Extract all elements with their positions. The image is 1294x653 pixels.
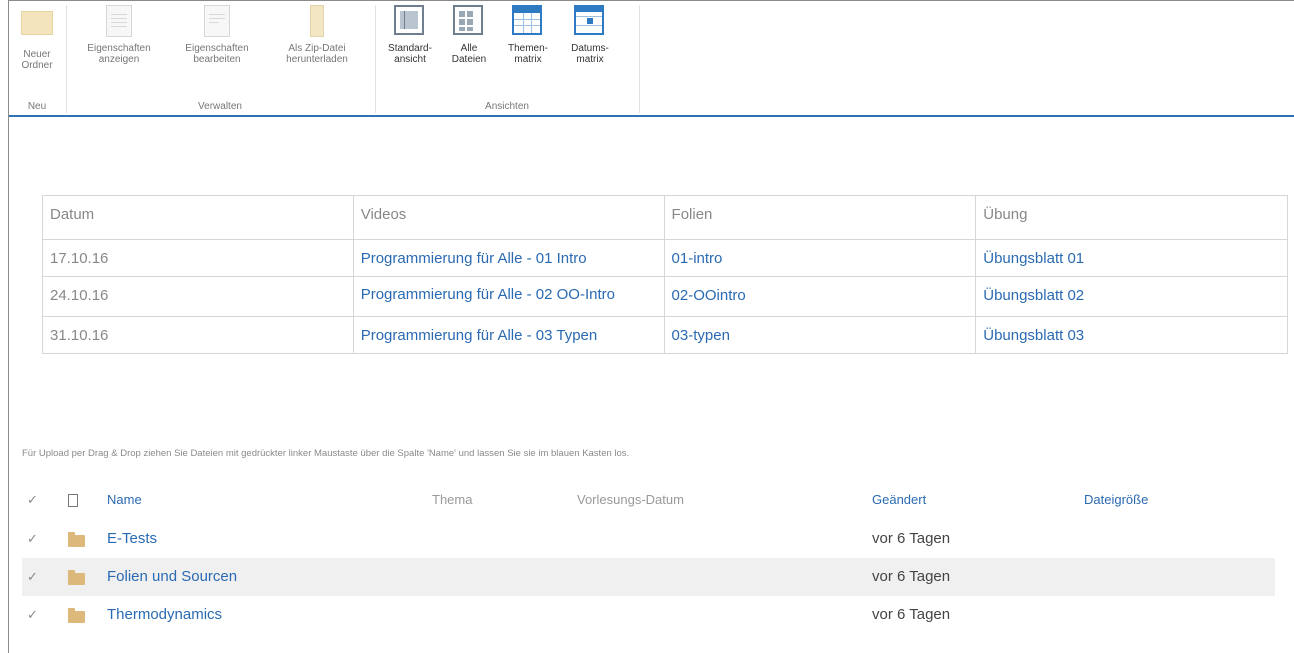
row-checkbox[interactable]: ✓ — [27, 558, 43, 596]
slides-link[interactable]: 01-intro — [672, 250, 723, 267]
slides-link[interactable]: 02-OOintro — [672, 287, 746, 304]
new-folder-button[interactable]: Neuer Ordner — [9, 5, 65, 71]
date-cell: 17.10.16 — [42, 239, 354, 277]
column-header-thema[interactable]: Thema — [432, 482, 472, 518]
exercise-link[interactable]: Übungsblatt 02 — [983, 287, 1084, 304]
slides-cell: 02-OOintro — [663, 276, 977, 317]
folder-icon — [21, 11, 53, 43]
date-matrix-icon — [574, 5, 606, 37]
video-link[interactable]: Programmierung für Alle - 01 Intro — [361, 250, 587, 267]
video-cell: Programmierung für Alle - 01 Intro — [352, 239, 665, 277]
slides-cell: 01-intro — [663, 239, 977, 277]
exercise-link[interactable]: Übungsblatt 01 — [983, 250, 1084, 267]
slides-cell: 03-typen — [663, 316, 977, 354]
modified-cell: vor 6 Tagen — [872, 568, 951, 585]
column-header-file-size[interactable]: Dateigröße — [1084, 482, 1148, 518]
slides-link[interactable]: 03-typen — [672, 327, 730, 344]
group-separator — [639, 5, 640, 113]
ribbon-group-verwalten: Eigenschaften anzeigen Eigenschaften bearb… — [67, 1, 373, 115]
video-link[interactable]: Programmierung für Alle - 03 Typen — [361, 327, 598, 344]
new-folder-label-1: Neuer — [23, 49, 51, 60]
date-cell: 31.10.16 — [42, 316, 354, 354]
group-label-ansichten: Ansichten — [485, 101, 529, 112]
view-properties-button: Eigenschaften anzeigen — [71, 5, 167, 65]
column-header-modified[interactable]: Geändert — [872, 482, 926, 518]
column-header-videos: Videos — [352, 195, 665, 240]
new-folder-label-2: Ordner — [21, 60, 53, 71]
column-header-date: Datum — [42, 195, 354, 240]
zip-download-button: Als Zip-Datei herunterladen — [265, 5, 369, 65]
standard-view-icon — [394, 5, 426, 37]
file-list-header: ✓ Name Thema Vorlesungs-Datum Geändert D… — [22, 482, 1275, 520]
modified-cell: vor 6 Tagen — [872, 606, 951, 623]
standard-view-button[interactable]: Standard-ansicht — [380, 5, 440, 65]
exercise-cell: Übungsblatt 02 — [975, 276, 1288, 317]
video-cell: Programmierung für Alle - 03 Typen — [352, 316, 665, 354]
exercise-cell: Übungsblatt 01 — [975, 239, 1288, 277]
table-header-row: Datum Videos Folien Übung — [42, 195, 1288, 240]
select-all-checkbox[interactable]: ✓ — [27, 482, 43, 518]
video-link[interactable]: Programmierung für Alle - 02 OO-Intro — [361, 286, 615, 303]
exercise-cell: Übungsblatt 03 — [975, 316, 1288, 354]
list-item[interactable]: ✓ E-Tests vor 6 Tagen — [22, 520, 1275, 558]
zip-icon — [301, 5, 333, 37]
column-header-lecture-date[interactable]: Vorlesungs-Datum — [577, 482, 684, 518]
date-cell: 24.10.16 — [42, 276, 354, 317]
list-item[interactable]: ✓ Thermodynamics vor 6 Tagen — [22, 596, 1275, 634]
folder-icon — [68, 520, 85, 562]
list-item[interactable]: ✓ Folien und Sourcen vor 6 Tagen — [22, 558, 1275, 596]
properties-view-icon — [103, 5, 135, 37]
file-list: ✓ Name Thema Vorlesungs-Datum Geändert D… — [22, 482, 1275, 634]
lecture-schedule-table: Datum Videos Folien Übung 17.10.16 Progr… — [42, 195, 1288, 354]
folder-icon — [68, 558, 85, 600]
table-row: 31.10.16 Programmierung für Alle - 03 Ty… — [42, 316, 1288, 354]
group-label-verwalten: Verwalten — [198, 101, 242, 112]
row-checkbox[interactable]: ✓ — [27, 596, 43, 634]
ribbon-group-ansichten: Standard-ansicht Alle Dateien Themen-matr… — [376, 1, 638, 115]
ribbon-group-neu: Neuer Ordner Neu — [9, 1, 65, 115]
column-header-slides: Folien — [663, 195, 977, 240]
modified-cell: vor 6 Tagen — [872, 530, 951, 547]
ribbon-bottom-border — [9, 115, 1294, 117]
table-row: 24.10.16 Programmierung für Alle - 02 OO… — [42, 276, 1288, 317]
column-header-name[interactable]: Name — [107, 482, 142, 518]
upload-hint: Für Upload per Drag & Drop ziehen Sie Da… — [22, 448, 630, 459]
folder-name-link[interactable]: Folien und Sourcen — [107, 558, 237, 596]
row-checkbox[interactable]: ✓ — [27, 520, 43, 558]
topic-matrix-icon — [512, 5, 544, 37]
file-type-header-icon[interactable] — [68, 482, 78, 521]
topic-matrix-button[interactable]: Themen-matrix — [498, 5, 558, 65]
ribbon: Neuer Ordner Neu Eigenschaften anzeigen Ei… — [9, 1, 1294, 115]
properties-edit-icon — [201, 5, 233, 37]
edit-properties-button: Eigenschaften bearbeiten — [171, 5, 263, 65]
group-label-neu: Neu — [27, 101, 47, 112]
all-files-icon — [453, 5, 485, 37]
table-row: 17.10.16 Programmierung für Alle - 01 In… — [42, 239, 1288, 277]
exercise-link[interactable]: Übungsblatt 03 — [983, 327, 1084, 344]
folder-name-link[interactable]: Thermodynamics — [107, 596, 222, 634]
file-icon — [68, 494, 78, 507]
all-files-button[interactable]: Alle Dateien — [442, 5, 496, 65]
folder-name-link[interactable]: E-Tests — [107, 520, 157, 558]
date-matrix-button[interactable]: Datums-matrix — [560, 5, 620, 65]
column-header-exercise: Übung — [975, 195, 1288, 240]
video-cell: Programmierung für Alle - 02 OO-Intro — [352, 276, 665, 317]
folder-icon — [68, 596, 85, 638]
